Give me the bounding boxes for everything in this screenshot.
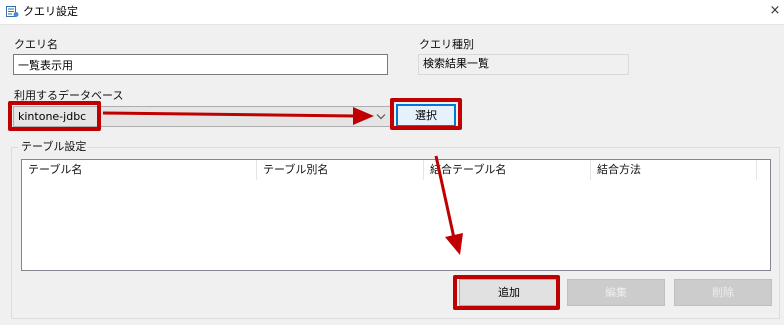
query-name-input[interactable]: [13, 54, 388, 75]
table-list[interactable]: テーブル名 テーブル別名 結合テーブル名 結合方法: [21, 159, 771, 271]
query-type-label: クエリ種別: [419, 38, 474, 51]
query-name-label: クエリ名: [14, 38, 58, 51]
group-border: [76, 147, 780, 148]
add-button[interactable]: 追加: [459, 279, 559, 306]
table-list-header: テーブル名 テーブル別名 結合テーブル名 結合方法: [22, 160, 770, 180]
column-header-join-method[interactable]: 結合方法: [591, 160, 757, 180]
database-label: 利用するデータベース: [14, 89, 124, 102]
select-database-button[interactable]: 選択: [396, 104, 456, 127]
chevron-down-icon[interactable]: [375, 110, 387, 123]
delete-button[interactable]: 削除: [674, 279, 772, 306]
title-bar: クエリ設定 ×: [0, 0, 784, 25]
group-border: [11, 147, 18, 148]
edit-button[interactable]: 編集: [567, 279, 665, 306]
table-settings-title: テーブル設定: [20, 140, 88, 154]
column-header-table-name[interactable]: テーブル名: [22, 160, 257, 180]
close-icon[interactable]: ×: [768, 3, 782, 19]
query-type-value: 検索結果一覧: [418, 54, 629, 75]
window-title: クエリ設定: [23, 5, 78, 18]
database-select[interactable]: kintone-jdbc: [13, 106, 391, 127]
app-icon: [6, 6, 19, 17]
query-settings-window: クエリ設定 × クエリ名 クエリ種別 検索結果一覧 利用するデータベース kin…: [0, 0, 784, 325]
column-header-table-alias[interactable]: テーブル別名: [257, 160, 424, 180]
column-header-join-table[interactable]: 結合テーブル名: [424, 160, 591, 180]
database-select-value: kintone-jdbc: [18, 110, 87, 123]
